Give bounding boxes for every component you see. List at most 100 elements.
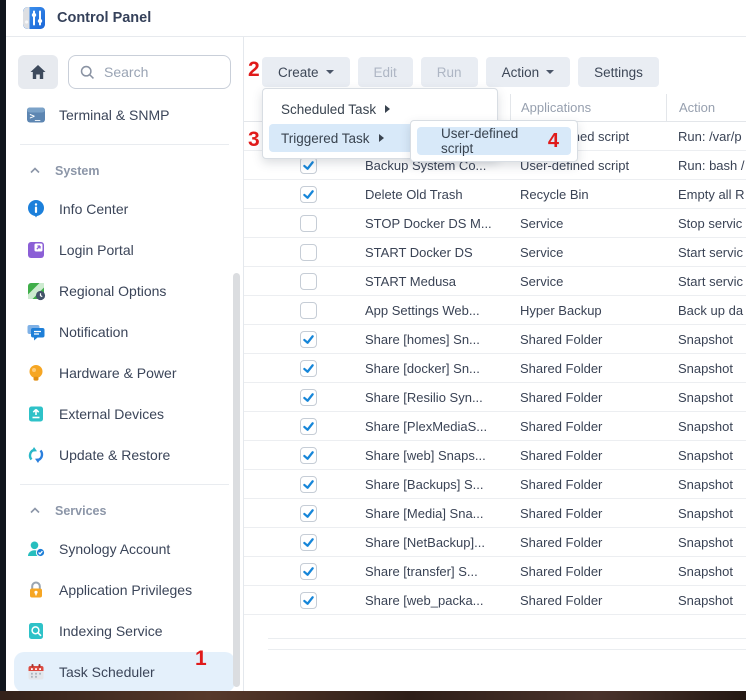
header-applications[interactable]: Applications (510, 94, 666, 121)
menu-item-label: Triggered Task (281, 131, 370, 146)
sidebar-divider (20, 484, 229, 485)
action-cell: Start servic (666, 245, 746, 260)
sidebar-item-indexing-service[interactable]: Indexing Service (14, 611, 235, 651)
section-label: Services (55, 504, 106, 518)
row-checkbox[interactable] (300, 418, 317, 435)
section-header-services[interactable]: Services (6, 494, 243, 528)
table-row: Share [Backups] S...Shared FolderSnapsho… (244, 470, 746, 499)
row-checkbox[interactable] (300, 360, 317, 377)
submenu-arrow-icon (385, 105, 390, 113)
row-checkbox[interactable] (300, 534, 317, 551)
task-name-cell: Share [PlexMediaS... (318, 419, 510, 434)
sidebar-item-regional-options[interactable]: Regional Options (14, 271, 235, 311)
run-button[interactable]: Run (421, 57, 478, 87)
update-restore-icon (26, 445, 46, 465)
application-cell: Shared Folder (510, 390, 666, 405)
sidebar-item-notification[interactable]: Notification (14, 312, 235, 352)
menu-item-user-defined-script[interactable]: User-defined script4 (417, 127, 571, 155)
row-checkbox[interactable] (300, 244, 317, 261)
row-checkbox[interactable] (300, 505, 317, 522)
submenu-arrow-icon (379, 134, 384, 142)
button-label: Create (278, 65, 319, 80)
section-header-system[interactable]: System (6, 154, 243, 188)
table-row: Share [web] Snaps...Shared FolderSnapsho… (244, 441, 746, 470)
hardware-power-icon (26, 363, 46, 383)
sidebar-scrollbar[interactable] (233, 273, 240, 687)
chevron-up-icon (29, 165, 41, 177)
sidebar-item-hardware-power[interactable]: Hardware & Power (14, 353, 235, 393)
action-cell: Snapshot (666, 593, 746, 608)
row-checkbox[interactable] (300, 273, 317, 290)
external-devices-icon (26, 404, 46, 424)
row-checkbox[interactable] (300, 215, 317, 232)
login-portal-icon (26, 240, 46, 260)
header-action[interactable]: Action (666, 94, 746, 121)
sidebar-item-label: Application Privileges (59, 582, 192, 598)
button-label: Edit (374, 65, 397, 80)
task-name-cell: START Docker DS (318, 245, 510, 260)
sidebar-item-update-restore[interactable]: Update & Restore (14, 435, 235, 475)
sidebar: >_Terminal & SNMP SystemInfo CenterLogin … (6, 37, 244, 693)
action-cell: Snapshot (666, 332, 746, 347)
row-checkbox-cell (244, 157, 318, 174)
application-cell: Shared Folder (510, 477, 666, 492)
sidebar-item-login-portal[interactable]: Login Portal (14, 230, 235, 270)
synology-account-icon (26, 539, 46, 559)
task-name-cell: START Medusa (318, 274, 510, 289)
regional-options-icon (26, 281, 46, 301)
sidebar-item-label: External Devices (59, 406, 164, 422)
table-row: Share [PlexMediaS...Shared FolderSnapsho… (244, 412, 746, 441)
button-label: Run (437, 65, 462, 80)
sidebar-item-external-devices[interactable]: External Devices (14, 394, 235, 434)
row-checkbox[interactable] (300, 389, 317, 406)
search-icon (79, 64, 96, 81)
action-cell: Snapshot (666, 361, 746, 376)
row-checkbox[interactable] (300, 157, 317, 174)
sidebar-item-info-center[interactable]: Info Center (14, 189, 235, 229)
row-checkbox-cell (244, 592, 318, 609)
row-checkbox[interactable] (300, 592, 317, 609)
row-checkbox-cell (244, 215, 318, 232)
toolbar: Create Edit Run Action Settings (244, 37, 746, 87)
button-label: Settings (594, 65, 643, 80)
caret-down-icon (546, 70, 554, 74)
table-row: Share [transfer] S...Shared FolderSnapsh… (244, 557, 746, 586)
sidebar-item-label: Synology Account (59, 541, 170, 557)
row-checkbox[interactable] (300, 447, 317, 464)
application-cell: Shared Folder (510, 506, 666, 521)
sidebar-item-synology-account[interactable]: Synology Account (14, 529, 235, 569)
page-title: Control Panel (57, 10, 151, 26)
table-row: Delete Old TrashRecycle BinEmpty all R (244, 180, 746, 209)
sidebar-item-terminal-snmp[interactable]: >_Terminal & SNMP (14, 95, 235, 135)
row-checkbox[interactable] (300, 331, 317, 348)
button-label: Action (502, 65, 540, 80)
application-cell: Shared Folder (510, 332, 666, 347)
task-name-cell: App Settings Web... (318, 303, 510, 318)
table-row: START MedusaServiceStart servic (244, 267, 746, 296)
sidebar-item-label: Notification (59, 324, 128, 340)
create-button[interactable]: Create (262, 57, 350, 87)
search-box[interactable] (68, 55, 231, 89)
application-cell: Shared Folder (510, 535, 666, 550)
sidebar-item-application-privileges[interactable]: Application Privileges (14, 570, 235, 610)
task-name-cell: Share [docker] Sn... (318, 361, 510, 376)
home-button[interactable] (18, 55, 58, 89)
row-checkbox-cell (244, 418, 318, 435)
menu-item-scheduled-task[interactable]: Scheduled Task (269, 95, 491, 123)
action-cell: Snapshot (666, 564, 746, 579)
row-checkbox[interactable] (300, 476, 317, 493)
edit-button[interactable]: Edit (358, 57, 413, 87)
row-checkbox[interactable] (300, 563, 317, 580)
task-scheduler-icon (26, 662, 46, 682)
action-cell: Empty all R (666, 187, 746, 202)
action-button[interactable]: Action (486, 57, 571, 87)
row-checkbox-cell (244, 302, 318, 319)
search-input[interactable] (104, 64, 220, 80)
action-cell: Snapshot (666, 419, 746, 434)
settings-button[interactable]: Settings (578, 57, 659, 87)
task-name-cell: Share [Resilio Syn... (318, 390, 510, 405)
table-row: START Docker DSServiceStart servic (244, 238, 746, 267)
main-panel: Create Edit Run Action Settings Applications… (244, 37, 746, 693)
row-checkbox[interactable] (300, 186, 317, 203)
row-checkbox[interactable] (300, 302, 317, 319)
